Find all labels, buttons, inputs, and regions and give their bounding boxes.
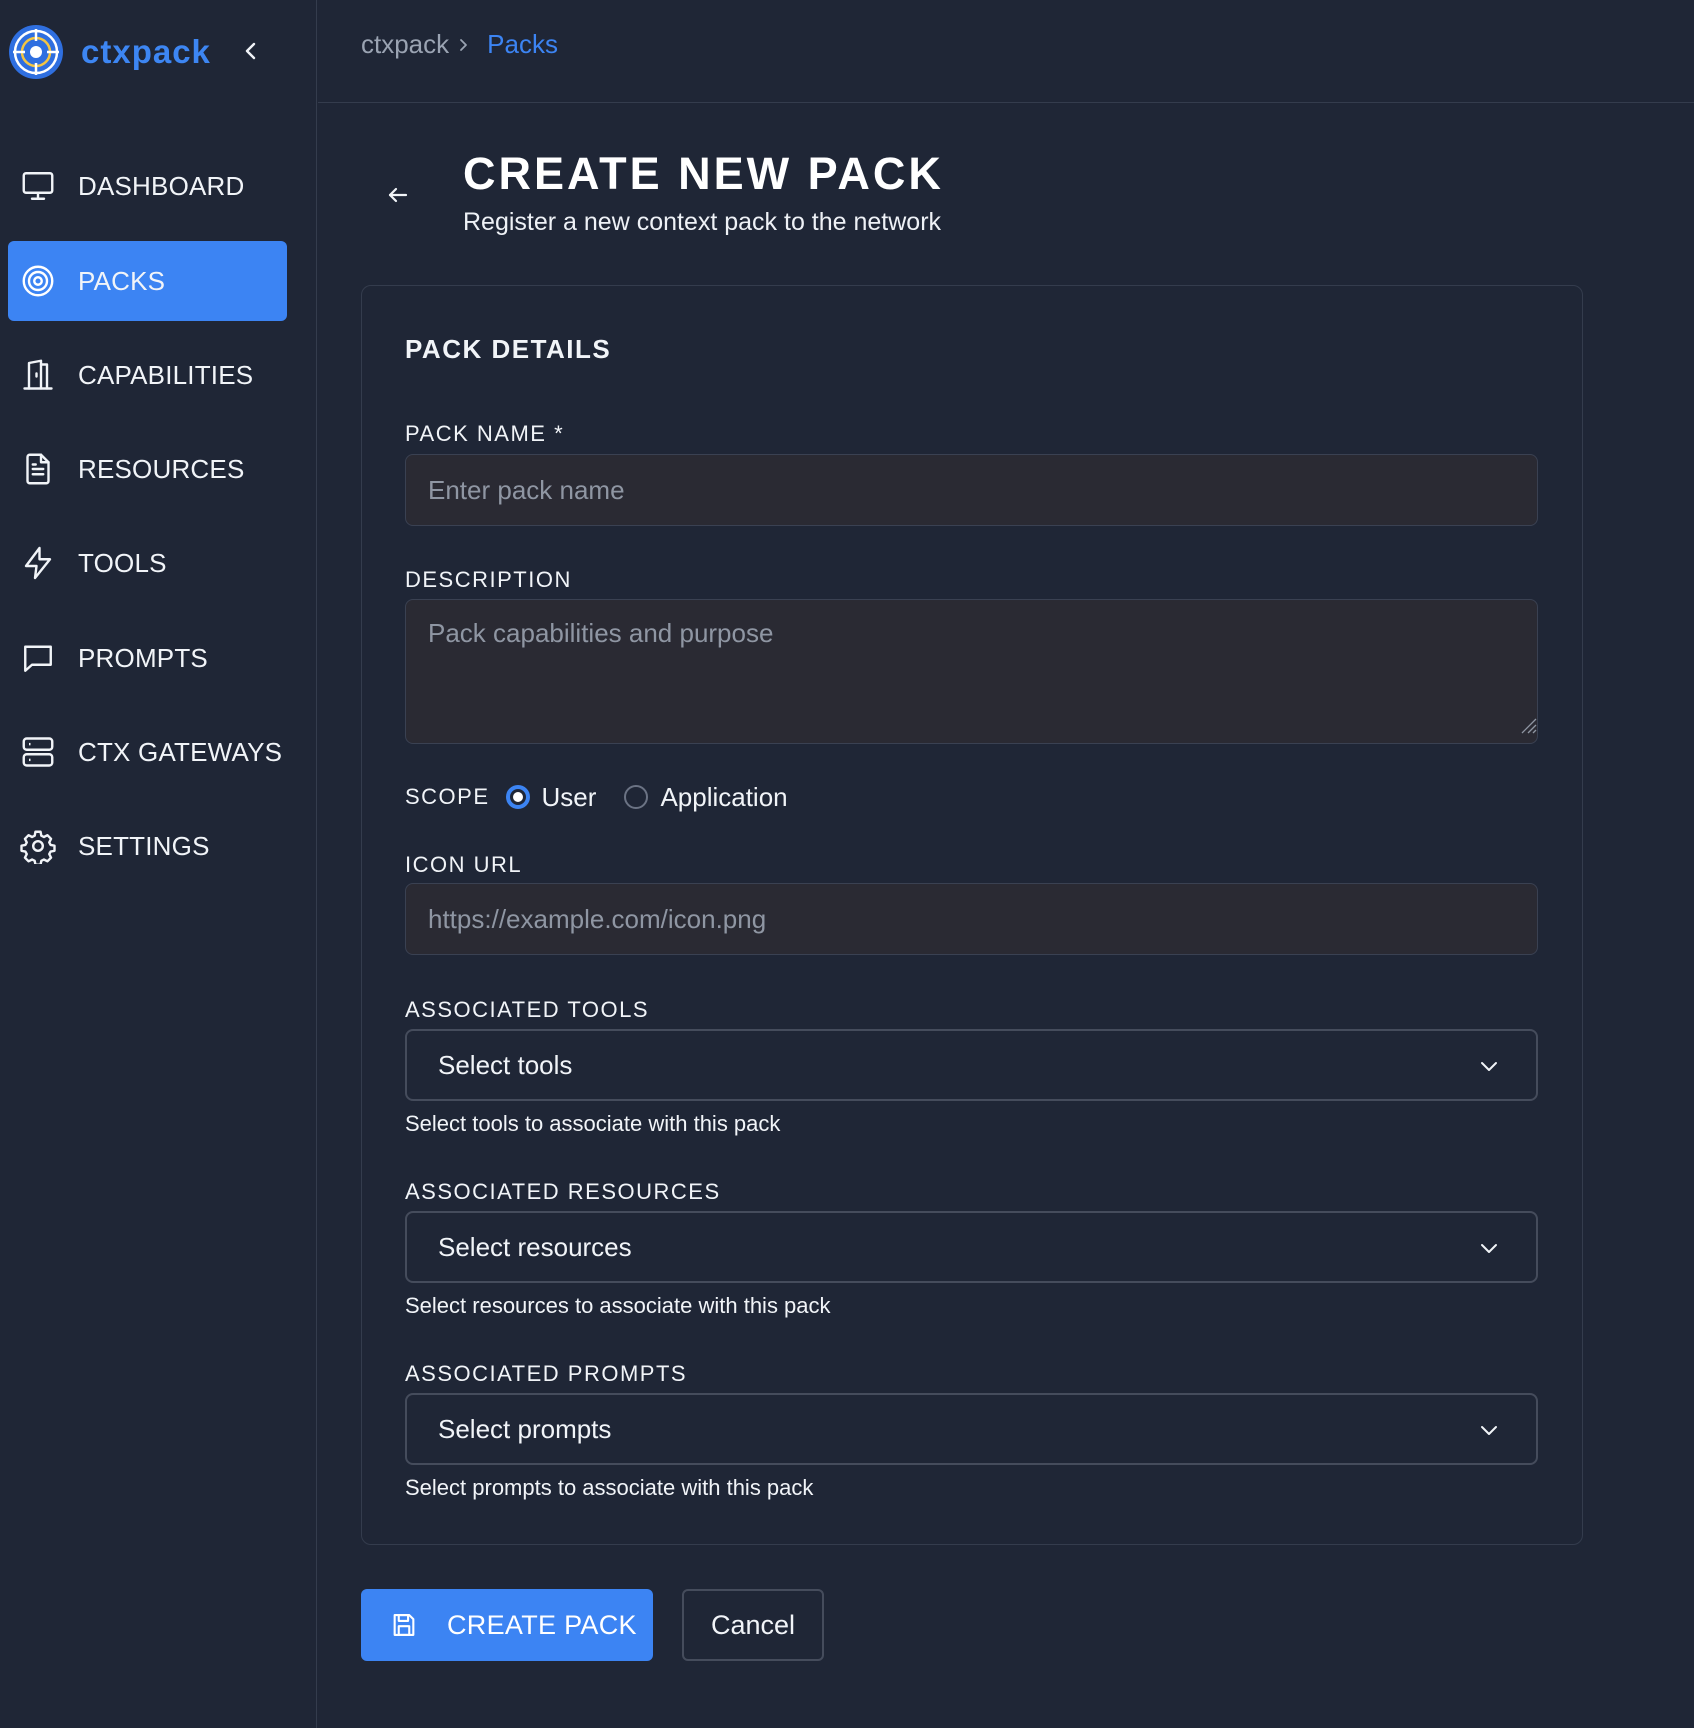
scope-option-application[interactable]: Application <box>624 781 788 813</box>
sidebar-item-label: PACKS <box>78 265 166 296</box>
resources-helper-text: Select resources to associate with this … <box>405 1293 831 1318</box>
chevron-down-icon <box>1481 1244 1497 1253</box>
associated-prompts-label: ASSOCIATED PROMPTS <box>405 1361 688 1386</box>
sidebar-item-label: PROMPTS <box>78 642 208 673</box>
resources-select[interactable]: Select resources <box>405 1211 1538 1283</box>
breadcrumb-current[interactable]: Packs <box>487 29 558 60</box>
icon-url-input[interactable] <box>405 883 1538 955</box>
sidebar-item-label: RESOURCES <box>78 453 245 484</box>
resources-select-value: Select resources <box>438 1231 632 1262</box>
sidebar-item-prompts[interactable]: PROMPTS <box>8 618 287 698</box>
prompts-helper-text: Select prompts to associate with this pa… <box>405 1475 814 1500</box>
target-icon <box>20 263 56 299</box>
prompts-select-value: Select prompts <box>438 1413 612 1444</box>
create-pack-label: CREATE PACK <box>447 1609 637 1640</box>
page-subtitle: Register a new context pack to the netwo… <box>463 208 942 236</box>
scope-label: SCOPE <box>405 784 490 809</box>
breadcrumb: ctxpack Packs <box>361 29 558 60</box>
pack-name-label: PACK NAME * <box>405 421 565 446</box>
pack-name-input[interactable] <box>405 454 1538 526</box>
monitor-icon <box>20 168 56 204</box>
arrow-left-icon <box>388 187 408 203</box>
breadcrumb-root[interactable]: ctxpack <box>361 29 449 60</box>
description-textarea[interactable] <box>405 599 1538 744</box>
scope-option-user[interactable]: User <box>505 781 597 813</box>
tools-select[interactable]: Select tools <box>405 1029 1538 1101</box>
save-icon <box>389 1610 419 1640</box>
radio-unchecked[interactable] <box>624 785 649 809</box>
associated-resources-label: ASSOCIATED RESOURCES <box>405 1179 721 1204</box>
scope-option-label: Application <box>660 781 788 812</box>
sidebar-item-label: SETTINGS <box>78 830 210 861</box>
sidebar-item-capabilities[interactable]: CAPABILITIES <box>8 335 287 415</box>
section-title: PACK DETAILS <box>405 334 612 364</box>
sidebar-item-dashboard[interactable]: DASHBOARD <box>8 146 287 226</box>
sidebar-item-label: DASHBOARD <box>78 170 245 201</box>
collapse-sidebar-button[interactable] <box>236 36 266 66</box>
sidebar-item-label: CTX GATEWAYS <box>78 736 283 767</box>
sidebar: ctxpack DASHBOARD PACKS CAPABILITIES RES… <box>0 0 317 1728</box>
scope-option-label: User <box>541 781 597 812</box>
chevron-left-icon <box>245 42 256 60</box>
icon-url-label: ICON URL <box>405 852 523 877</box>
radio-checked[interactable] <box>505 785 530 809</box>
cancel-label: Cancel <box>710 1609 796 1640</box>
pack-details-card: PACK DETAILS PACK NAME * DESCRIPTION SCO… <box>361 285 1583 1545</box>
tools-helper-text: Select tools to associate with this pack <box>405 1111 781 1136</box>
topbar: ctxpack Packs <box>318 0 1694 103</box>
associated-tools-label: ASSOCIATED TOOLS <box>405 997 650 1022</box>
sidebar-item-resources[interactable]: RESOURCES <box>8 429 287 509</box>
description-label: DESCRIPTION <box>405 567 572 592</box>
gear-icon <box>20 828 56 864</box>
chat-bubble-icon <box>20 640 56 676</box>
resize-handle-icon[interactable] <box>1519 716 1537 734</box>
door-icon <box>20 357 56 393</box>
ctxpack-logo-icon <box>9 25 63 79</box>
chevron-down-icon <box>1481 1426 1497 1435</box>
tools-select-value: Select tools <box>438 1049 573 1080</box>
sidebar-item-ctx-gateways[interactable]: CTX GATEWAYS <box>8 712 287 792</box>
sidebar-item-tools[interactable]: TOOLS <box>8 523 287 603</box>
back-button[interactable] <box>378 175 418 215</box>
chevron-down-icon <box>1481 1062 1497 1071</box>
scope-radio-group: SCOPE User Application <box>405 777 816 817</box>
document-icon <box>20 451 56 487</box>
brand-name: ctxpack <box>81 33 211 70</box>
sidebar-item-label: CAPABILITIES <box>78 359 254 390</box>
sidebar-item-label: TOOLS <box>78 547 167 578</box>
server-icon <box>20 734 56 770</box>
chevron-right-icon <box>457 38 471 52</box>
create-pack-button[interactable]: CREATE PACK <box>361 1589 653 1661</box>
lightning-icon <box>20 545 56 581</box>
page-title: CREATE NEW PACK <box>463 148 944 199</box>
brand[interactable]: ctxpack <box>8 22 211 82</box>
sidebar-item-packs[interactable]: PACKS <box>8 241 287 321</box>
prompts-select[interactable]: Select prompts <box>405 1393 1538 1465</box>
cancel-button[interactable]: Cancel <box>682 1589 824 1661</box>
sidebar-item-settings[interactable]: SETTINGS <box>8 806 287 886</box>
